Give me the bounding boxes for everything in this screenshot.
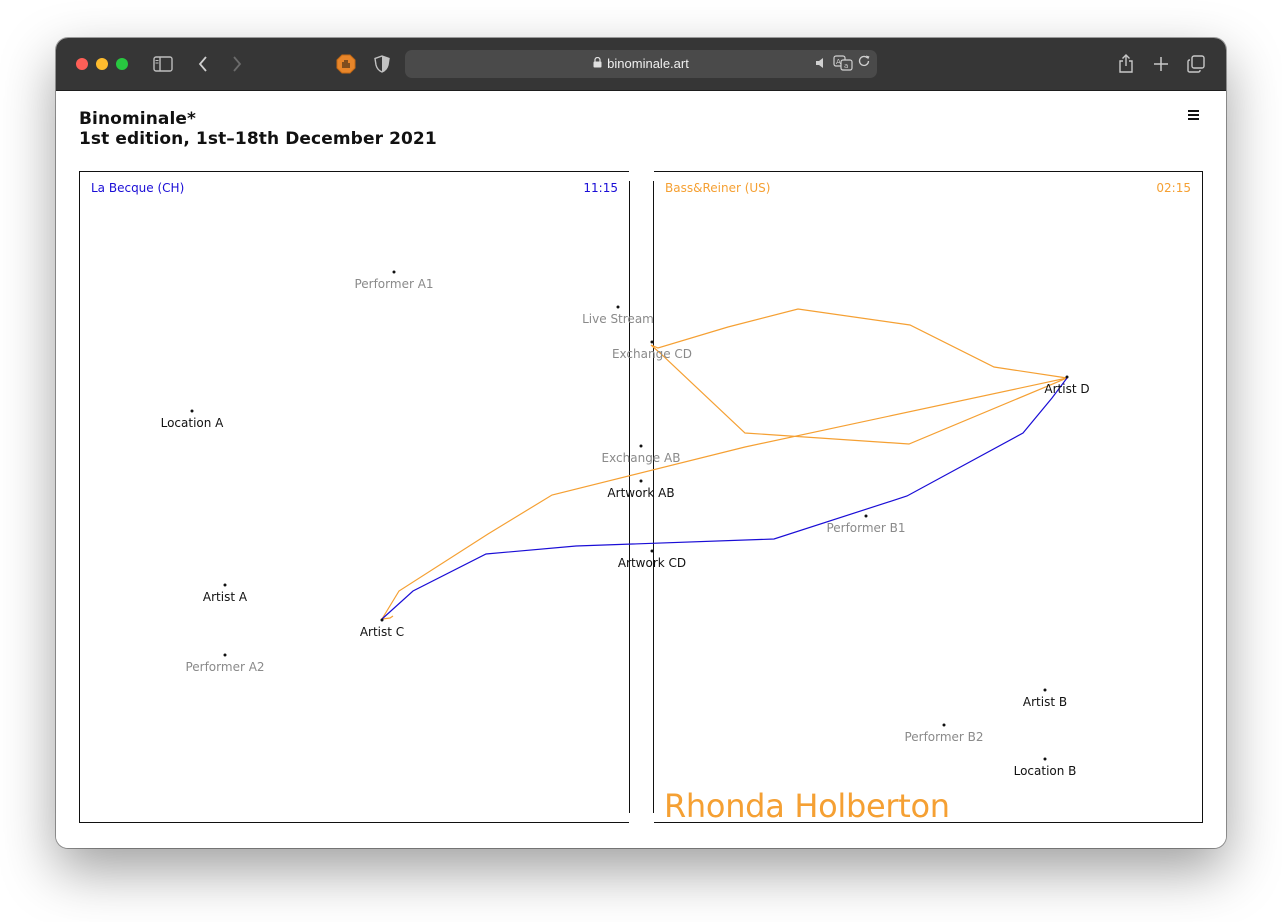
node-exchange-cd[interactable]: Exchange CD [612,347,692,361]
right-venue-clock: 02:15 [1156,181,1191,195]
hamburger-menu-icon[interactable] [1186,109,1202,123]
node-performer-b1[interactable]: Performer B1 [826,521,905,535]
location-a-dot [190,409,194,413]
mute-icon[interactable] [815,56,825,73]
extension-icon[interactable] [335,52,357,76]
featured-artist-name[interactable]: Rhonda Holberton [664,787,950,825]
performer-a1-dot [392,270,396,274]
shield-icon[interactable] [372,52,392,76]
artist-a-dot [223,583,227,587]
left-venue-label[interactable]: La Becque (CH) [91,181,184,195]
node-location-a[interactable]: Location A [161,416,224,430]
exchange-ab-dot [639,444,643,448]
node-artwork-ab[interactable]: Artwork AB [607,486,674,500]
reload-icon[interactable] [857,54,871,72]
minimize-window-button[interactable] [96,58,108,70]
node-exchange-ab[interactable]: Exchange AB [602,451,681,465]
browser-toolbar: binominale.art Aa [56,38,1226,91]
svg-text:a: a [844,62,848,70]
page-content: Binominale* 1st edition, 1st–18th Decemb… [56,91,1226,848]
back-icon[interactable] [194,52,212,76]
node-artist-c[interactable]: Artist C [360,625,404,639]
artist-c-dot [380,618,384,622]
share-icon[interactable] [1116,52,1136,76]
new-tab-icon[interactable] [1151,52,1171,76]
translate-icon[interactable]: Aa [833,55,853,75]
performer-b2-dot [942,723,946,727]
left-venue-panel: La Becque (CH) 11:15 [79,171,630,823]
right-venue-panel: Bass&Reiner (US) 02:15 [653,171,1203,823]
url-text: binominale.art [607,56,689,71]
left-venue-clock: 11:15 [583,181,618,195]
exchange-cd-dot [650,340,654,344]
node-performer-a1[interactable]: Performer A1 [354,277,433,291]
sidebar-icon[interactable] [152,52,174,76]
node-artist-a[interactable]: Artist A [203,590,247,604]
node-artwork-cd[interactable]: Artwork CD [618,556,686,570]
node-location-b[interactable]: Location B [1014,764,1077,778]
node-live-stream[interactable]: Live Stream [582,312,654,326]
right-venue-label[interactable]: Bass&Reiner (US) [665,181,770,195]
close-window-button[interactable] [76,58,88,70]
node-artist-d[interactable]: Artist D [1044,382,1089,396]
artist-d-dot [1065,375,1069,379]
site-subtitle: 1st edition, 1st–18th December 2021 [79,129,437,149]
performer-a2-dot [223,653,227,657]
svg-text:A: A [836,58,841,66]
node-performer-b2[interactable]: Performer B2 [904,730,983,744]
forward-icon[interactable] [228,52,246,76]
zoom-window-button[interactable] [116,58,128,70]
site-title[interactable]: Binominale* [79,109,196,129]
live-stream-dot [616,305,620,309]
artwork-ab-dot [639,479,643,483]
browser-window: binominale.art Aa Binominale* 1st editio… [56,38,1226,848]
node-artist-b[interactable]: Artist B [1023,695,1067,709]
location-b-dot [1043,757,1047,761]
address-bar[interactable]: binominale.art Aa [405,50,877,78]
artwork-cd-dot [650,549,654,553]
performer-b1-dot [864,514,868,518]
lock-icon [593,50,602,78]
tabs-overview-icon[interactable] [1186,52,1206,76]
node-performer-a2[interactable]: Performer A2 [185,660,264,674]
artist-b-dot [1043,688,1047,692]
